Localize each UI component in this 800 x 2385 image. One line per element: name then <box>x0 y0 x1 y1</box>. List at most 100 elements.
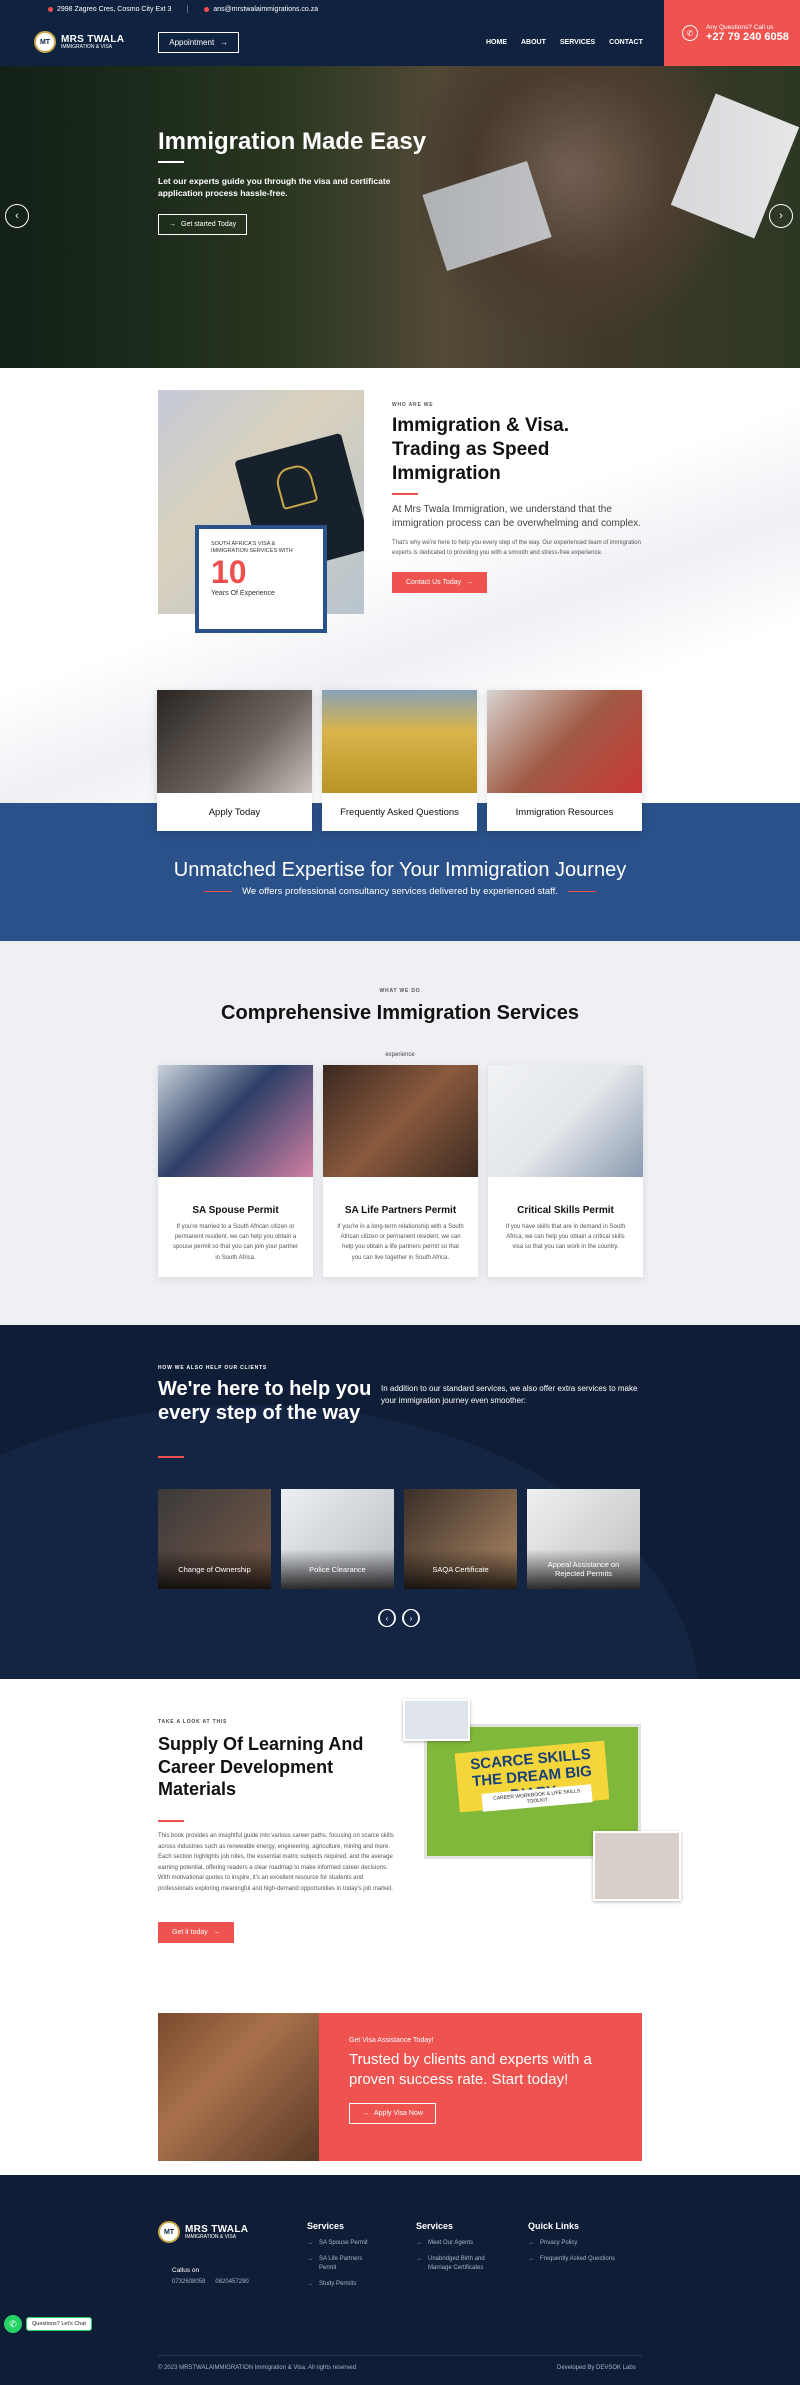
email-item[interactable]: ans@mrstwalaimmigrations.co.za <box>204 6 318 13</box>
page: 2998 Zagreo Cres, Cosmo City Ext 3 ans@m… <box>0 0 800 2385</box>
chevron-right-icon: › <box>403 1609 419 1627</box>
whatsapp-label[interactable]: Questions? Let's Chat <box>26 2317 92 2331</box>
hero-slider: Immigration Made Easy Let our experts gu… <box>0 66 800 368</box>
hero-overlay <box>0 66 800 368</box>
divider <box>204 891 233 892</box>
hero-subtitle: Let our experts guide you through the vi… <box>158 176 391 199</box>
mail-icon <box>204 6 210 12</box>
services-title: Comprehensive Immigration Services <box>221 1002 579 1024</box>
get-started-label: Get started Today <box>181 221 237 228</box>
footer-link[interactable]: SA Spouse Permit <box>307 2239 377 2248</box>
about-lead: At Mrs Twala Immigration, we understand … <box>392 504 642 530</box>
call-box[interactable]: ✆ Any Questions? Call us +27 79 240 6058 <box>664 0 800 66</box>
learning-title: Supply Of Learning And Career Developmen… <box>158 1734 364 1799</box>
get-it-today-button[interactable]: Get it today → <box>158 1922 234 1943</box>
arrow-right-icon: → <box>212 1929 220 1936</box>
help-card[interactable]: SAQA Certificate <box>404 1489 517 1589</box>
apply-visa-button[interactable]: → Apply Visa Now <box>349 2102 436 2124</box>
footer-services-col: Services SA Spouse Permit SA Life Partne… <box>307 2221 377 2289</box>
nav-about[interactable]: ABOUT <box>521 39 546 46</box>
appointment-button[interactable]: Appointment → <box>158 31 240 53</box>
experience-years: 10 <box>211 554 247 591</box>
slider-next-button[interactable]: › <box>769 204 793 228</box>
feature-card[interactable]: Immigration Resources <box>487 690 642 831</box>
hero-title: Immigration Made Easy <box>158 128 427 155</box>
feature-card[interactable]: Frequently Asked Questions <box>322 690 477 831</box>
footer-phones: 0732608058 0820457290 <box>172 2279 249 2285</box>
whatsapp-icon[interactable]: ✆ <box>4 2315 22 2333</box>
slider-prev-button[interactable]: ‹ <box>5 204 29 228</box>
help-intro: In addition to our standard services, we… <box>381 1384 638 1405</box>
footer-link[interactable]: Meet Our Agents <box>416 2239 506 2248</box>
get-started-button[interactable]: → Get started Today <box>158 214 248 235</box>
service-text: If you're married to a South African cit… <box>172 1224 299 1261</box>
services-section: WHAT WE DO Comprehensive Immigration Ser… <box>0 941 800 1325</box>
footer-call-label: Callus on <box>172 2267 200 2274</box>
carousel-next-button[interactable]: › <box>402 1609 420 1627</box>
footer-divider <box>158 2355 642 2356</box>
about-body: That's why we're here to help you every … <box>392 540 641 556</box>
divider <box>187 5 189 13</box>
happy-family-image <box>158 2013 319 2161</box>
footer-link[interactable]: SA Life Partners Permit <box>307 2255 377 2272</box>
divider <box>567 891 596 892</box>
footer-logo-text: MRS TWALA IMMIGRATION & VISA <box>185 2223 249 2240</box>
service-title: SA Spouse Permit <box>192 1205 279 1216</box>
logo-emblem-icon: MT <box>158 2221 180 2243</box>
answers-sign-image <box>322 690 477 793</box>
cta-section: Get Visa Assistance Today! Trusted by cl… <box>0 2013 800 2175</box>
help-card-label: SAQA Certificate <box>404 1549 517 1589</box>
title-underline <box>158 1456 184 1458</box>
expertise-sub-row: We offers professional consultancy servi… <box>0 886 800 897</box>
feature-label: Frequently Asked Questions <box>340 806 459 818</box>
expertise-subtitle: We offers professional consultancy servi… <box>242 886 558 897</box>
footer-phone[interactable]: 0820457290 <box>215 2279 248 2285</box>
cta-small: Get Visa Assistance Today! <box>349 2037 434 2044</box>
service-card[interactable]: SA Life Partners Permit If you're in a l… <box>323 1065 478 1277</box>
expertise-title: Unmatched Expertise for Your Immigration… <box>173 859 627 881</box>
arrow-right-icon: → <box>169 221 176 228</box>
help-card[interactable]: Police Clearance <box>281 1489 394 1589</box>
learning-eyebrow: TAKE A LOOK AT THIS <box>158 1719 228 1725</box>
doctor-image <box>488 1065 643 1177</box>
logo-line1: MRS TWALA <box>185 2223 249 2235</box>
help-card[interactable]: Change of Ownership <box>158 1489 271 1589</box>
contact-us-button[interactable]: Contact Us Today → <box>392 572 488 594</box>
service-title: Critical Skills Permit <box>517 1205 614 1216</box>
chevron-right-icon: › <box>779 210 783 222</box>
hero-underline <box>158 161 184 163</box>
service-text: If you're in a long-term relationship wi… <box>337 1224 464 1261</box>
service-text: If you have skills that are in demand in… <box>505 1224 626 1251</box>
carousel-pager: ‹ › <box>378 1609 420 1627</box>
carousel-prev-button[interactable]: ‹ <box>378 1609 396 1627</box>
whatsapp-widget[interactable]: ✆ Questions? Let's Chat <box>4 2315 92 2333</box>
footer-link[interactable]: Study Permits <box>307 2280 377 2289</box>
call-number[interactable]: +27 79 240 6058 <box>706 31 789 43</box>
help-title: We're here to help you every step of the… <box>158 1378 372 1424</box>
feature-label: Apply Today <box>208 806 261 818</box>
help-card[interactable]: Appeal Assistance on Rejected Permits <box>527 1489 640 1589</box>
service-card[interactable]: Critical Skills Permit If you have skill… <box>488 1065 643 1277</box>
footer-services2-col: Services Meet Our Agents Unabridged Birt… <box>416 2221 506 2272</box>
copyright: © 2023 MRSTWALAIMMIGRATION Immigration &… <box>158 2365 357 2371</box>
feature-card[interactable]: Apply Today <box>157 690 312 831</box>
family-image <box>487 690 642 793</box>
service-card[interactable]: SA Spouse Permit If you're married to a … <box>158 1065 313 1277</box>
nav-contact[interactable]: CONTACT <box>609 39 643 46</box>
footer-link[interactable]: Unabridged Birth and Marriage Certificat… <box>416 2255 506 2272</box>
couple-image <box>158 1065 313 1177</box>
footer-logo[interactable]: MT MRS TWALA IMMIGRATION & VISA <box>158 2221 248 2243</box>
footer-link[interactable]: Privacy Policy <box>528 2239 615 2248</box>
get-it-today-label: Get it today <box>172 1929 208 1936</box>
footer-phone[interactable]: 0732608058 <box>172 2279 205 2285</box>
footer-link[interactable]: Frequently Asked Questions <box>528 2255 615 2264</box>
address-item: 2998 Zagreo Cres, Cosmo City Ext 3 <box>48 6 171 13</box>
email-text[interactable]: ans@mrstwalaimmigrations.co.za <box>213 6 318 13</box>
feature-cards: Apply Today Frequently Asked Questions I… <box>157 690 642 831</box>
call-label: Any Questions? Call us <box>706 23 774 31</box>
developer-credit[interactable]: Developed By DEVSOK Labs <box>557 2365 636 2371</box>
nav-home[interactable]: HOME <box>486 39 507 46</box>
nav-services[interactable]: SERVICES <box>560 39 595 46</box>
service-cards: SA Spouse Permit If you're married to a … <box>158 1065 643 1277</box>
site-logo[interactable]: MT MRS TWALA IMMIGRATION & VISA <box>34 31 124 53</box>
